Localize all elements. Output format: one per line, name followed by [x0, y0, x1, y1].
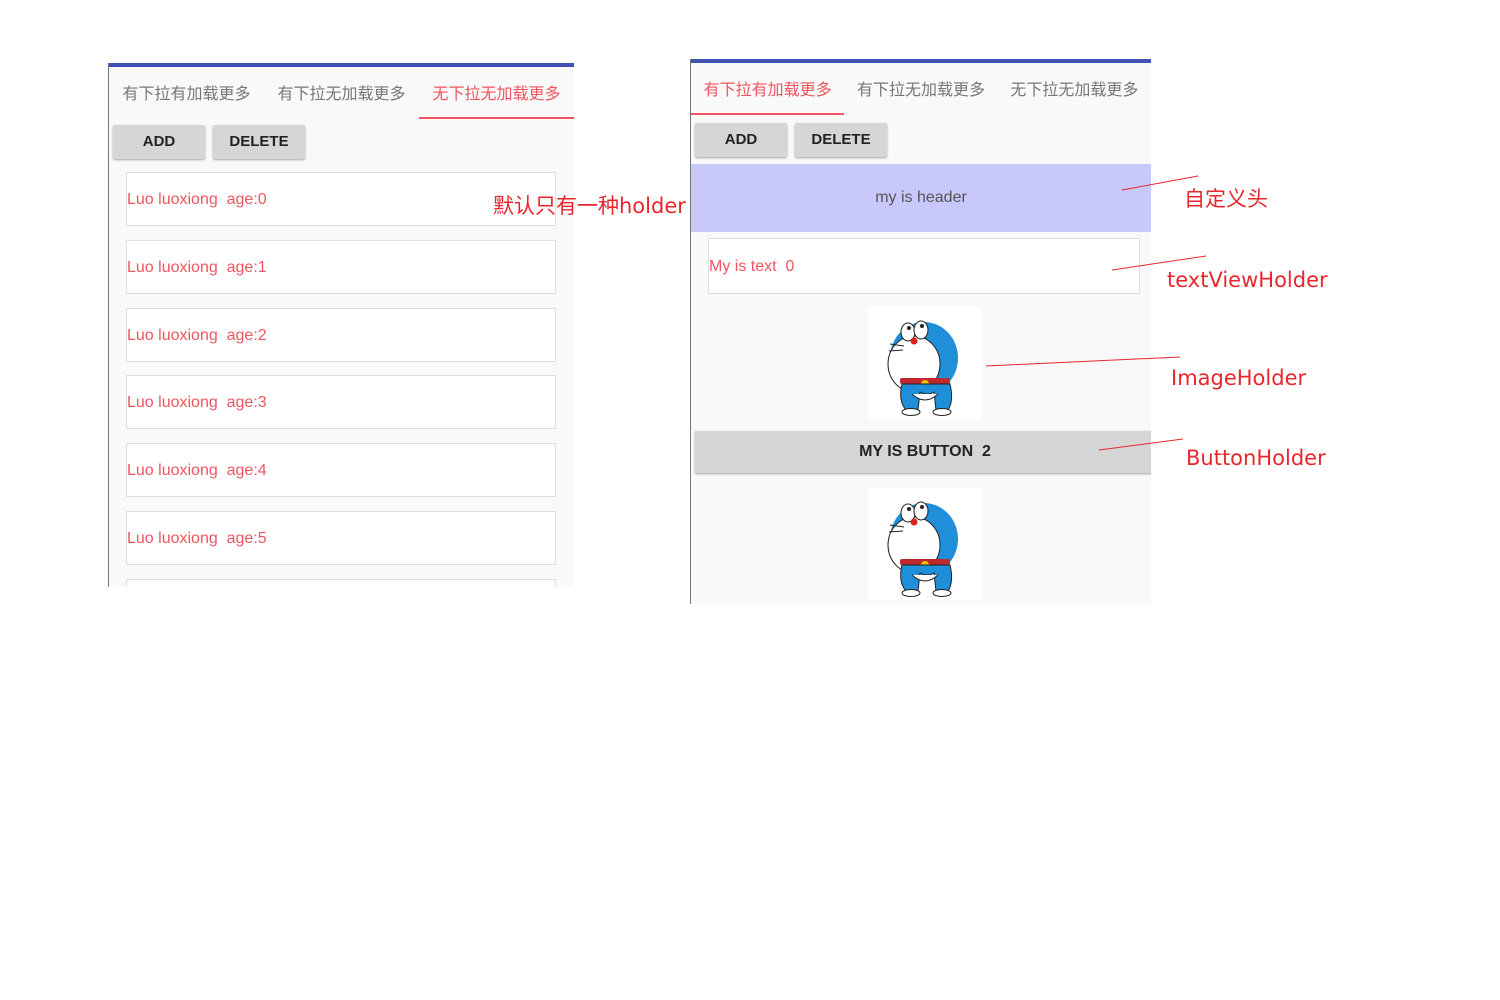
- annotation-default-holder: 默认只有一种holder: [493, 194, 686, 218]
- annotation-lines: [985, 175, 1207, 451]
- annotation-custom-header: 自定义头: [1184, 187, 1268, 211]
- annotation-image-holder: ImageHolder: [1171, 366, 1307, 390]
- pointer-line: [985, 356, 1181, 367]
- pointer-line: [1098, 438, 1184, 451]
- annotation-textview-holder: textViewHolder: [1167, 268, 1328, 292]
- annotation-button-holder: ButtonHolder: [1186, 446, 1326, 470]
